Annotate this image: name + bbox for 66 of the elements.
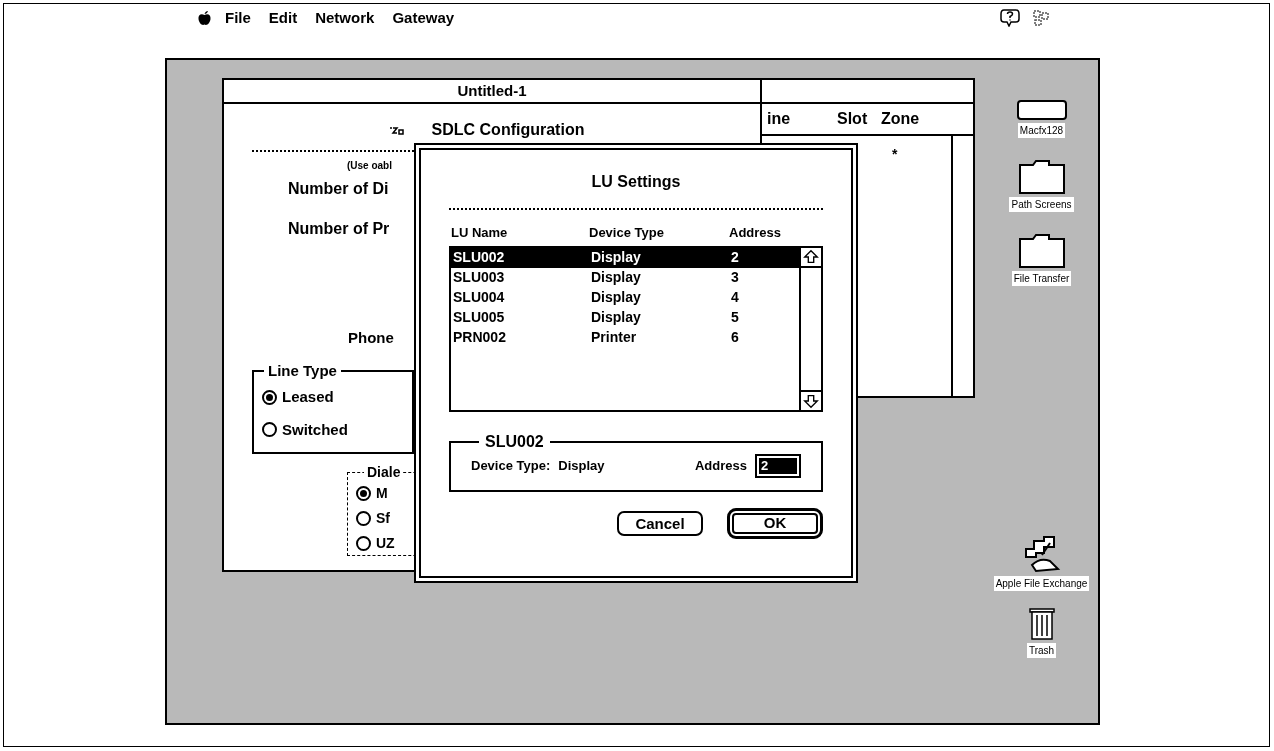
- menu-item[interactable]: Gateway: [392, 6, 455, 30]
- scroll-down-icon[interactable]: [801, 389, 821, 410]
- table-cell-text: Display: [591, 288, 642, 307]
- menu-item[interactable]: Network: [315, 6, 375, 30]
- field-label: Phone: [348, 328, 394, 348]
- menu-item[interactable]: File: [225, 6, 251, 30]
- radio-label: UZ: [376, 533, 395, 553]
- table-cell-text: 3: [731, 268, 739, 287]
- folder-icon: [1018, 160, 1065, 194]
- field-value: Display: [558, 456, 605, 475]
- column-header: Address: [729, 224, 782, 242]
- trash-icon: [1028, 606, 1055, 640]
- table-cell-text: Display: [591, 308, 642, 327]
- radio-button[interactable]: [262, 422, 277, 438]
- section-heading: SDLC Configuration: [431, 120, 585, 140]
- dialog-button[interactable]: OK: [727, 507, 823, 539]
- field-label: Number of Pr: [288, 219, 390, 239]
- field-label: Address: [694, 456, 747, 475]
- table-cell-text: 2: [731, 248, 739, 267]
- dialog-title: LU Settings: [591, 172, 681, 192]
- list-row[interactable]: SLU002 Display 2: [451, 247, 799, 268]
- column-header: Zone: [881, 109, 920, 129]
- column-header: LU Name: [451, 224, 509, 242]
- address-field[interactable]: 2: [755, 453, 801, 478]
- hint-text: (Use oabl: [347, 159, 392, 173]
- radio-button[interactable]: [356, 510, 371, 526]
- table-cell-text: 6: [731, 328, 739, 347]
- icon-label[interactable]: Trash: [1026, 643, 1057, 658]
- table-cell-text: 5: [731, 308, 739, 327]
- column-header: Slot: [837, 109, 869, 129]
- table-cell-text: 4: [731, 288, 739, 307]
- radio-button[interactable]: [262, 389, 277, 405]
- window-title: Untitled-1: [457, 80, 527, 101]
- icon-label[interactable]: File Transfer: [1011, 271, 1072, 286]
- table-cell-text: SLU002: [453, 248, 506, 267]
- table-cell: *: [892, 146, 898, 162]
- radio-label: Sf: [376, 508, 390, 528]
- radio-label: M: [376, 483, 388, 503]
- table-cell-text: SLU003: [453, 268, 506, 287]
- table-cell-text: Display: [591, 268, 642, 287]
- radio-label: Leased: [282, 387, 334, 407]
- group-title: SLU002: [484, 431, 545, 452]
- scroll-up-icon[interactable]: [801, 247, 821, 268]
- radio-label: Switched: [282, 419, 348, 440]
- dialog-button[interactable]: Cancel: [617, 510, 703, 536]
- field-label: Device Type:: [471, 456, 551, 475]
- table-cell-text: Printer: [591, 328, 638, 347]
- icon-label[interactable]: Apple File Exchange: [993, 576, 1090, 591]
- menu-item[interactable]: Edit: [268, 6, 298, 30]
- column-header: ine: [767, 109, 792, 129]
- table-cell-text: SLU004: [453, 288, 506, 307]
- table-cell-text: SLU005: [453, 308, 506, 327]
- apple-icon[interactable]: [198, 10, 211, 26]
- table-cell-text: PRN002: [453, 328, 507, 347]
- help-icon[interactable]: [1000, 9, 1020, 27]
- icon-label[interactable]: Macfx128: [1017, 123, 1066, 138]
- radio-button[interactable]: [356, 535, 371, 551]
- group-title: Diale: [366, 462, 402, 482]
- folder-icon: [1018, 234, 1065, 268]
- scroll-bar[interactable]: [799, 247, 821, 410]
- radio-button[interactable]: [356, 485, 371, 501]
- field-label: Number of Di: [288, 179, 389, 199]
- column-header: Device Type: [589, 224, 665, 242]
- table-cell-text: Display: [591, 248, 642, 267]
- group-title: Line Type: [267, 360, 338, 381]
- icon-label[interactable]: Path Screens: [1009, 197, 1074, 212]
